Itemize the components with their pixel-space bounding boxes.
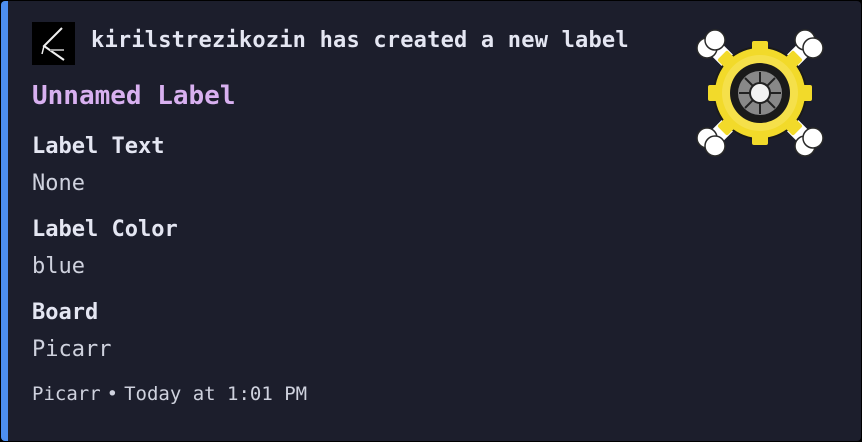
field-label-color-value: blue	[32, 254, 85, 279]
embed-card: kirilstrezikozin has created a new label…	[1, 1, 861, 441]
embed-accent-bar	[1, 1, 8, 441]
embed-title: Unnamed Label	[32, 81, 236, 111]
field-board-name: Board	[32, 300, 99, 325]
field-board-value: Picarr	[32, 337, 112, 362]
author-name: kirilstrezikozin has created a new label	[91, 28, 629, 53]
gear-crossbones-icon	[695, 28, 825, 158]
footer-source: Picarr	[32, 383, 101, 405]
embed-footer: Picarr • Today at 1:01 PM	[32, 383, 307, 405]
field-label-color-name: Label Color	[32, 217, 178, 242]
field-label-text-name: Label Text	[32, 134, 165, 159]
footer-separator: •	[106, 383, 119, 405]
app-logo-icon	[32, 22, 75, 65]
field-label-text-value: None	[32, 171, 85, 196]
footer-timestamp: Today at 1:01 PM	[124, 383, 308, 405]
